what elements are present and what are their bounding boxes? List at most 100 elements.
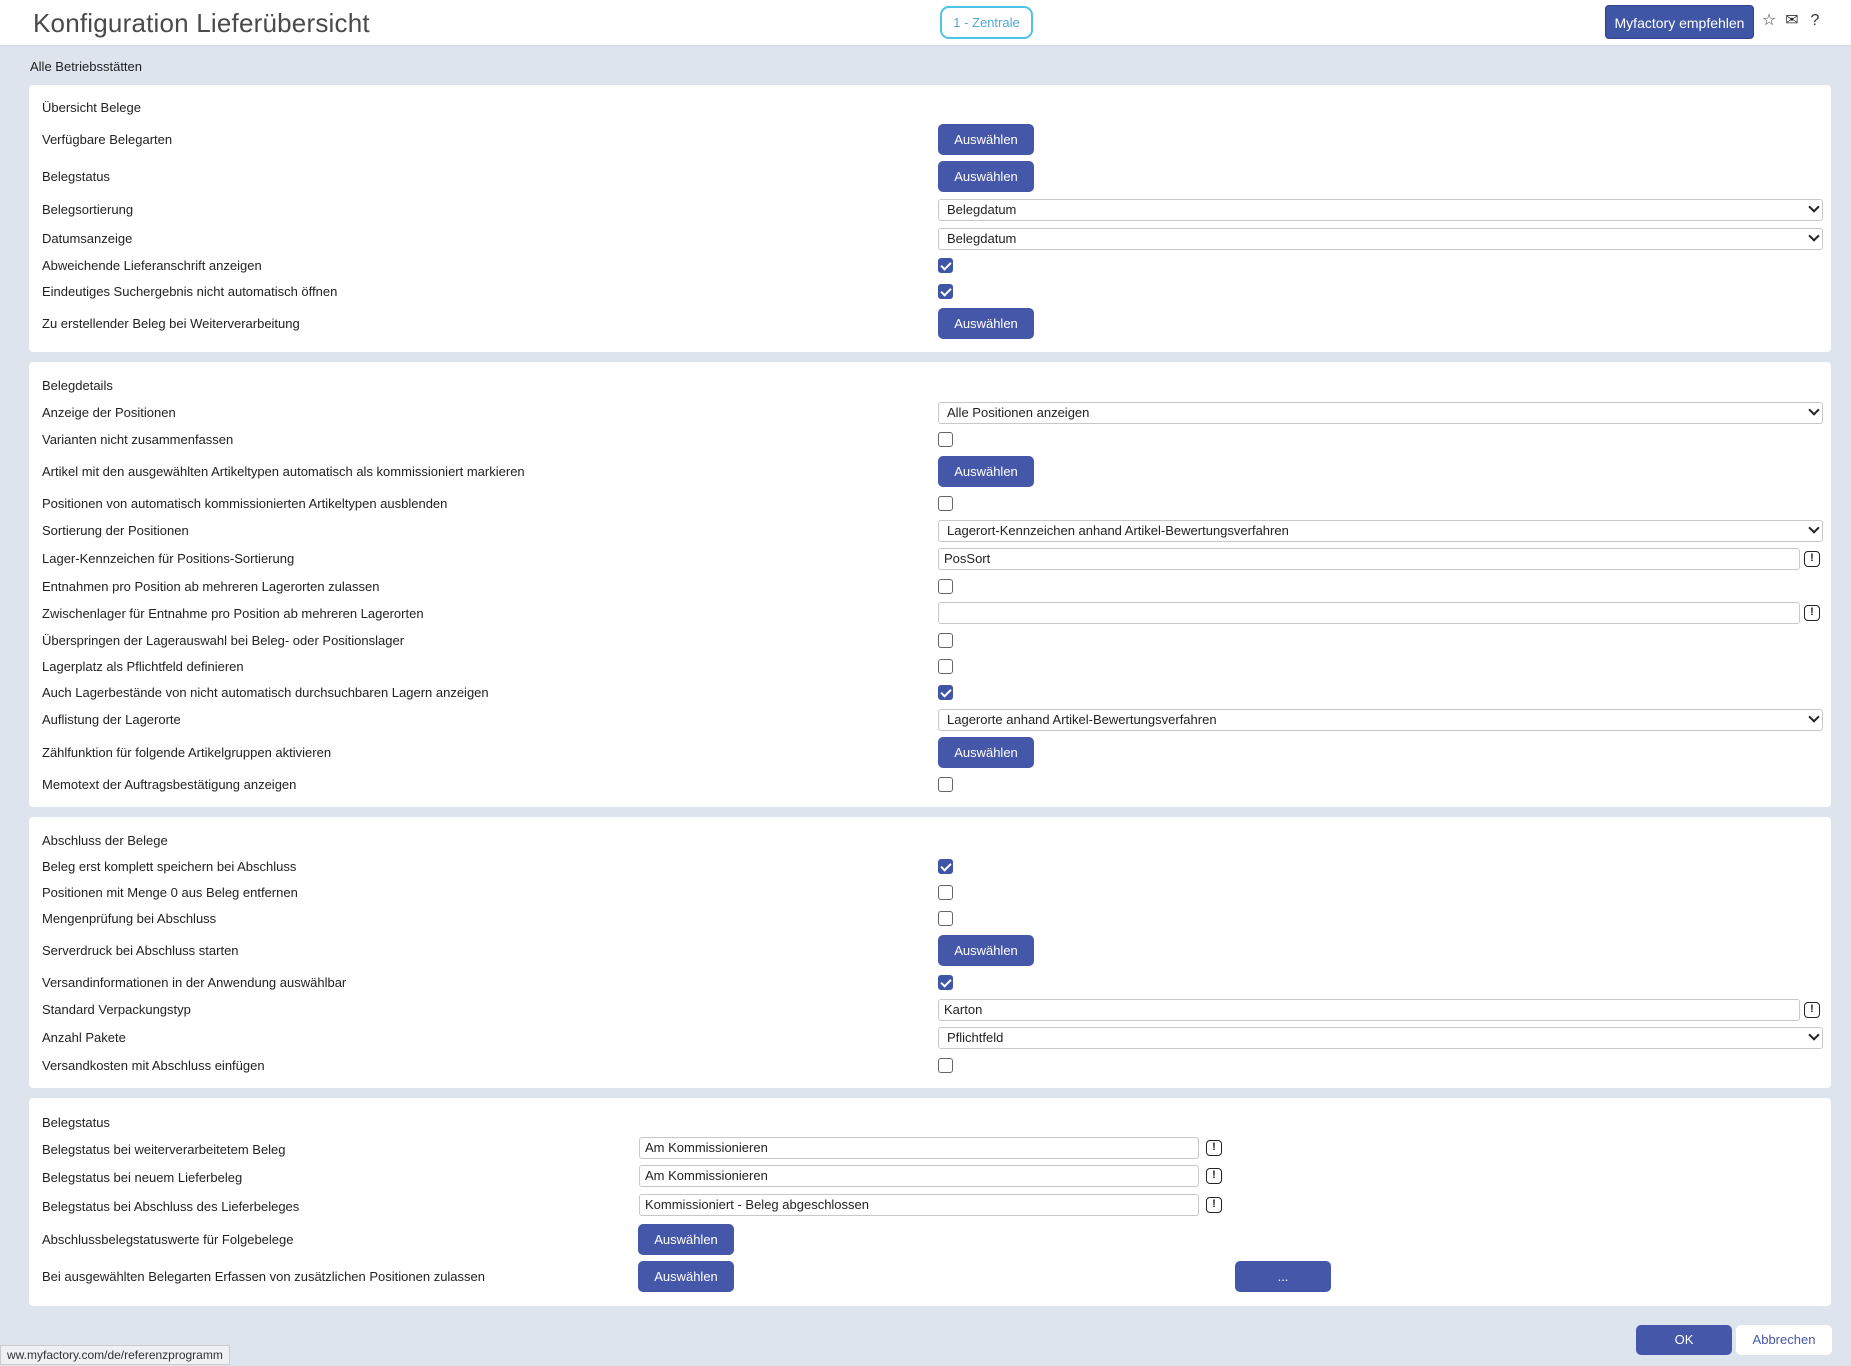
section-belegstatus: Belegstatus Belegstatus bei weiterverarb… (29, 1098, 1831, 1306)
section-title: Belegstatus (42, 1115, 110, 1130)
row-label: Belegstatus bei neuem Lieferbeleg (42, 1170, 243, 1185)
row-label: Überspringen der Lagerauswahl bei Beleg-… (42, 633, 405, 648)
select-artikeltypen-button[interactable]: Auswählen (938, 456, 1034, 487)
star-icon[interactable]: ☆ (1760, 12, 1778, 30)
section-uebersicht-belege: Übersicht Belege Verfügbare Belegarten A… (29, 85, 1831, 352)
row-label: Lagerplatz als Pflichtfeld definieren (42, 659, 244, 674)
more-button[interactable]: ... (1235, 1261, 1331, 1292)
row-label: Anzeige der Positionen (42, 405, 176, 420)
chevron-down-icon (1808, 404, 1820, 416)
tenant-button[interactable]: 1 - Zentrale (940, 6, 1033, 39)
row-label: Datumsanzeige (42, 231, 133, 246)
row-label: Belegstatus bei weiterverarbeitetem Bele… (42, 1142, 286, 1157)
row-label: Standard Verpackungstyp (42, 1002, 191, 1017)
chevron-down-icon (1808, 711, 1820, 723)
mail-icon[interactable]: ✉ (1783, 12, 1801, 30)
mengenpruefung-checkbox[interactable] (938, 911, 953, 926)
row-label: Belegsortierung (42, 202, 134, 217)
auflistung-lagerorte-select[interactable]: Lagerorte anhand Artikel-Bewertungsverfa… (938, 709, 1823, 731)
positionen-ausblenden-checkbox[interactable] (938, 496, 953, 511)
select-beleg-weiterverarbeitung-button[interactable]: Auswählen (938, 308, 1034, 339)
varianten-checkbox[interactable] (938, 432, 953, 447)
ok-button[interactable]: OK (1636, 1325, 1732, 1355)
info-icon[interactable]: ! (1804, 605, 1820, 621)
recommend-button[interactable]: Myfactory empfehlen (1605, 5, 1754, 39)
sortierung-positionen-select[interactable]: Lagerort-Kennzeichen anhand Artikel-Bewe… (938, 520, 1823, 542)
entnahmen-checkbox[interactable] (938, 579, 953, 594)
belegsortierung-select[interactable]: Belegdatum (938, 199, 1823, 221)
verpackungstyp-input[interactable]: Karton (938, 999, 1800, 1021)
info-icon[interactable]: ! (1804, 551, 1820, 567)
chevron-down-icon (1808, 1029, 1820, 1041)
row-label: Auflistung der Lagerorte (42, 712, 181, 727)
chevron-down-icon (1808, 201, 1820, 213)
menge-null-checkbox[interactable] (938, 885, 953, 900)
row-label: Eindeutiges Suchergebnis nicht automatis… (42, 284, 338, 299)
anzeige-positionen-select[interactable]: Alle Positionen anzeigen (938, 402, 1823, 424)
info-icon[interactable]: ! (1206, 1197, 1222, 1213)
row-label: Positionen mit Menge 0 aus Beleg entfern… (42, 885, 298, 900)
row-label: Zählfunktion für folgende Artikelgruppen… (42, 745, 332, 760)
row-label: Beleg erst komplett speichern bei Abschl… (42, 859, 297, 874)
lager-kennzeichen-input[interactable]: PosSort (938, 548, 1800, 570)
row-label: Lager-Kennzeichen für Positions-Sortieru… (42, 551, 295, 566)
lieferanschrift-checkbox[interactable] (938, 258, 953, 273)
status-url: ww.myfactory.com/de/referenzprogramm (0, 1345, 230, 1365)
suchergebnis-checkbox[interactable] (938, 284, 953, 299)
datumsanzeige-select[interactable]: Belegdatum (938, 228, 1823, 250)
select-belegstatus-button[interactable]: Auswählen (938, 161, 1034, 192)
info-icon[interactable]: ! (1206, 1168, 1222, 1184)
anzahl-pakete-select[interactable]: Pflichtfeld (938, 1027, 1823, 1049)
row-label: Zu erstellender Beleg bei Weiterverarbei… (42, 316, 300, 331)
status-abschluss-input[interactable]: Kommissioniert - Beleg abgeschlossen (639, 1194, 1199, 1216)
versandkosten-checkbox[interactable] (938, 1058, 953, 1073)
site-subtitle: Alle Betriebsstätten (30, 59, 143, 74)
help-icon[interactable]: ? (1806, 12, 1824, 30)
section-abschluss-belege: Abschluss der Belege Beleg erst komplett… (29, 817, 1831, 1088)
row-label: Abschlussbelegstatuswerte für Folgebeleg… (42, 1232, 294, 1247)
page-title: Konfiguration Lieferübersicht (33, 8, 370, 38)
section-title: Übersicht Belege (42, 100, 141, 115)
select-artikelgruppen-button[interactable]: Auswählen (938, 737, 1034, 768)
select-belegarten-button[interactable]: Auswählen (938, 124, 1034, 155)
row-label: Verfügbare Belegarten (42, 132, 173, 147)
row-label: Mengenprüfung bei Abschluss (42, 911, 217, 926)
select-value: Alle Positionen anzeigen (947, 405, 1090, 420)
select-value: Belegdatum (947, 202, 1017, 217)
select-serverdruck-button[interactable]: Auswählen (938, 935, 1034, 966)
row-label: Positionen von automatisch kommissionier… (42, 496, 448, 511)
section-belegdetails: Belegdetails Anzeige der Positionen Alle… (29, 362, 1831, 807)
lagerauswahl-checkbox[interactable] (938, 633, 953, 648)
status-weiterverarbeitet-input[interactable]: Am Kommissionieren (639, 1137, 1199, 1159)
info-icon[interactable]: ! (1804, 1002, 1820, 1018)
cancel-button[interactable]: Abbrechen (1736, 1325, 1832, 1355)
select-folgebelege-button[interactable]: Auswählen (638, 1224, 734, 1255)
row-label: Versandkosten mit Abschluss einfügen (42, 1058, 265, 1073)
row-label: Entnahmen pro Position ab mehreren Lager… (42, 579, 380, 594)
row-label: Belegstatus (42, 169, 110, 184)
section-title: Abschluss der Belege (42, 833, 168, 848)
select-value: Belegdatum (947, 231, 1017, 246)
row-label: Auch Lagerbestände von nicht automatisch… (42, 685, 489, 700)
komplett-speichern-checkbox[interactable] (938, 859, 953, 874)
versandinformationen-checkbox[interactable] (938, 975, 953, 990)
memotext-checkbox[interactable] (938, 777, 953, 792)
row-label: Serverdruck bei Abschluss starten (42, 943, 239, 958)
info-icon[interactable]: ! (1206, 1140, 1222, 1156)
row-label: Artikel mit den ausgewählten Artikeltype… (42, 464, 525, 479)
status-neuer-lieferbeleg-input[interactable]: Am Kommissionieren (639, 1165, 1199, 1187)
lagerbestaende-checkbox[interactable] (938, 685, 953, 700)
row-label: Varianten nicht zusammenfassen (42, 432, 234, 447)
select-value: Lagerort-Kennzeichen anhand Artikel-Bewe… (947, 523, 1289, 538)
select-value: Pflichtfeld (947, 1030, 1004, 1045)
select-belegarten-zusatz-button[interactable]: Auswählen (638, 1261, 734, 1292)
title-bar: Konfiguration Lieferübersicht 1 - Zentra… (0, 0, 1851, 46)
chevron-down-icon (1808, 522, 1820, 534)
row-label: Sortierung der Positionen (42, 523, 189, 538)
lagerplatz-checkbox[interactable] (938, 659, 953, 674)
row-label: Belegstatus bei Abschluss des Lieferbele… (42, 1199, 300, 1214)
chevron-down-icon (1808, 230, 1820, 242)
select-value: Lagerorte anhand Artikel-Bewertungsverfa… (947, 712, 1217, 727)
section-title: Belegdetails (42, 378, 113, 393)
zwischenlager-input[interactable] (938, 602, 1800, 624)
